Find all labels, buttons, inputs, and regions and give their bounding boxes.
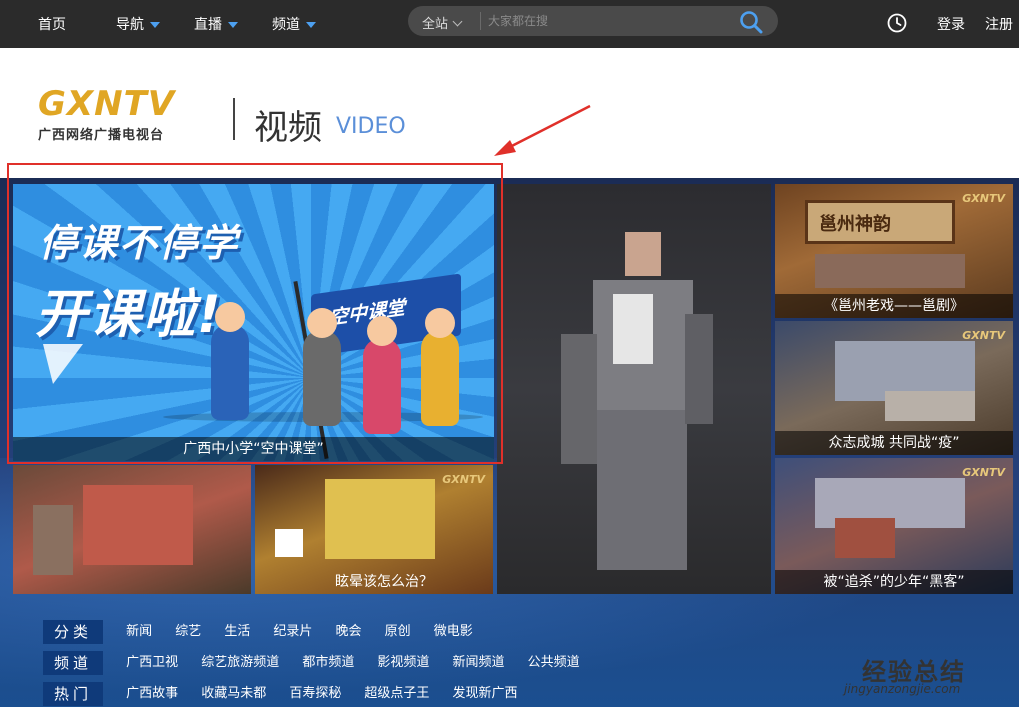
blurred-backdrop bbox=[325, 479, 435, 559]
search-bar: 全站 bbox=[408, 6, 778, 36]
category-label: 热门 bbox=[43, 682, 103, 706]
video-tile-teen-hacker[interactable]: GXNTV 被“追杀”的少年“黑客” bbox=[775, 458, 1013, 594]
section-title: 视频 bbox=[254, 108, 322, 148]
chevron-down-icon bbox=[306, 22, 316, 28]
category-link[interactable]: 微电影 bbox=[434, 620, 473, 644]
search-icon[interactable] bbox=[738, 10, 764, 34]
feature-tile-air-classroom[interactable]: 停课不停学 开课啦! 空中课堂 广西中小学“空中课堂” bbox=[13, 184, 494, 461]
blurred-trousers bbox=[597, 410, 687, 570]
blurred-stage bbox=[815, 254, 965, 288]
signboard-text: 邕州神韵 bbox=[819, 214, 891, 235]
search-scope-label: 全站 bbox=[422, 17, 449, 32]
video-tile-vertigo[interactable]: GXNTV 眩晕该怎么治？ bbox=[255, 465, 493, 594]
blurred-scene bbox=[83, 485, 193, 565]
top-nav-bar: 首页 导航 直播 频道 全站 登录 注册 bbox=[0, 0, 1019, 48]
feature-caption: 广西中小学“空中课堂” bbox=[13, 437, 494, 461]
category-row: 频道 广西卫视 综艺旅游频道 都市频道 影视频道 新闻频道 公共频道 bbox=[43, 651, 580, 675]
video-tile-yong-opera[interactable]: 邕州神韵 GXNTV 《邕州老戏——邕剧》 bbox=[775, 184, 1013, 318]
category-link[interactable]: 都市频道 bbox=[302, 651, 354, 675]
category-link[interactable]: 百寿探秘 bbox=[289, 682, 341, 706]
qr-code bbox=[275, 529, 303, 557]
category-link[interactable]: 影视频道 bbox=[377, 651, 429, 675]
blurred-shirt bbox=[613, 294, 653, 364]
nav-home[interactable]: 首页 bbox=[38, 14, 66, 34]
header-divider bbox=[233, 98, 235, 140]
tile-caption: 众志成城 共同战“疫” bbox=[775, 431, 1013, 455]
chevron-down-icon bbox=[150, 22, 160, 28]
category-link[interactable]: 综艺 bbox=[175, 620, 201, 644]
center-video-tile[interactable] bbox=[497, 184, 771, 594]
category-label: 频道 bbox=[43, 651, 103, 675]
student-figure bbox=[363, 338, 401, 434]
register-link[interactable]: 注册 bbox=[985, 14, 1013, 34]
gxntv-watermark-icon: GXNTV bbox=[442, 473, 485, 486]
gxntv-watermark-icon: GXNTV bbox=[962, 329, 1005, 342]
site-logo[interactable]: GXNTV 广西网络广播电视台 bbox=[38, 86, 175, 143]
logo-subtitle: 广西网络广播电视台 bbox=[38, 128, 165, 143]
search-divider bbox=[480, 12, 481, 30]
tile-caption: 眩晕该怎么治？ bbox=[335, 574, 433, 590]
nav-channel[interactable]: 频道 bbox=[272, 14, 316, 34]
category-link[interactable]: 广西卫视 bbox=[126, 651, 178, 675]
student-figure bbox=[421, 330, 459, 426]
category-row: 热门 广西故事 收藏马未都 百寿探秘 超级点子王 发现新广西 bbox=[43, 682, 518, 706]
category-link[interactable]: 公共频道 bbox=[528, 651, 580, 675]
category-row: 分类 新闻 综艺 生活 纪录片 晚会 原创 微电影 bbox=[43, 620, 473, 644]
nav-live-label: 直播 bbox=[194, 17, 222, 33]
blurred-scene bbox=[33, 505, 73, 575]
history-clock-icon[interactable] bbox=[887, 13, 907, 33]
nav-channel-label: 频道 bbox=[272, 17, 300, 33]
gxntv-watermark-icon: GXNTV bbox=[962, 466, 1005, 479]
student-head bbox=[215, 302, 245, 332]
login-link[interactable]: 登录 bbox=[937, 14, 965, 34]
category-link[interactable]: 超级点子王 bbox=[364, 682, 429, 706]
category-link[interactable]: 晚会 bbox=[336, 620, 362, 644]
category-link[interactable]: 发现新广西 bbox=[453, 682, 518, 706]
chevron-down-icon bbox=[452, 16, 463, 27]
category-link[interactable]: 新闻频道 bbox=[453, 651, 505, 675]
category-link[interactable]: 收藏马未都 bbox=[201, 682, 266, 706]
nav-live[interactable]: 直播 bbox=[194, 14, 238, 34]
student-figure bbox=[211, 324, 249, 420]
category-link[interactable]: 广西故事 bbox=[126, 682, 178, 706]
category-link[interactable]: 纪录片 bbox=[273, 620, 312, 644]
category-label: 分类 bbox=[43, 620, 103, 644]
section-subtitle: VIDEO bbox=[336, 114, 406, 139]
video-tile-fight-epidemic[interactable]: GXNTV 众志成城 共同战“疫” bbox=[775, 321, 1013, 455]
video-tile-guangxi-tv[interactable] bbox=[13, 465, 251, 594]
blurred-scene bbox=[885, 391, 975, 421]
category-link[interactable]: 新闻 bbox=[126, 620, 152, 644]
blurred-arm bbox=[685, 314, 713, 424]
gxntv-watermark-icon: GXNTV bbox=[962, 192, 1005, 205]
student-head bbox=[425, 308, 455, 338]
blurred-face bbox=[625, 232, 661, 276]
blurred-arm bbox=[561, 334, 597, 464]
chevron-down-icon bbox=[228, 22, 238, 28]
student-head bbox=[367, 316, 397, 346]
annotation-arrow-icon bbox=[494, 104, 591, 156]
search-input[interactable] bbox=[488, 10, 728, 32]
speech-bubble-tail bbox=[43, 344, 83, 384]
search-scope-select[interactable]: 全站 bbox=[422, 13, 463, 32]
student-figure bbox=[303, 330, 341, 426]
feature-headline-1: 停课不停学 bbox=[39, 221, 240, 265]
tile-caption: 被“追杀”的少年“黑客” bbox=[775, 570, 1013, 594]
feature-headline-2: 开课啦! bbox=[35, 285, 223, 345]
blurred-scene bbox=[835, 518, 895, 558]
logo-mark: GXNTV bbox=[38, 84, 176, 124]
nav-guide-label: 导航 bbox=[116, 17, 144, 33]
category-link[interactable]: 综艺旅游频道 bbox=[201, 651, 279, 675]
student-head bbox=[307, 308, 337, 338]
category-link[interactable]: 生活 bbox=[224, 620, 250, 644]
nav-guide[interactable]: 导航 bbox=[116, 14, 160, 34]
category-link[interactable]: 原创 bbox=[385, 620, 411, 644]
tile-caption: 《邕州老戏——邕剧》 bbox=[775, 294, 1013, 318]
video-hero: 停课不停学 开课啦! 空中课堂 广西中小学“空中课堂” 邕州神韵 GXNTV 《… bbox=[0, 178, 1019, 707]
